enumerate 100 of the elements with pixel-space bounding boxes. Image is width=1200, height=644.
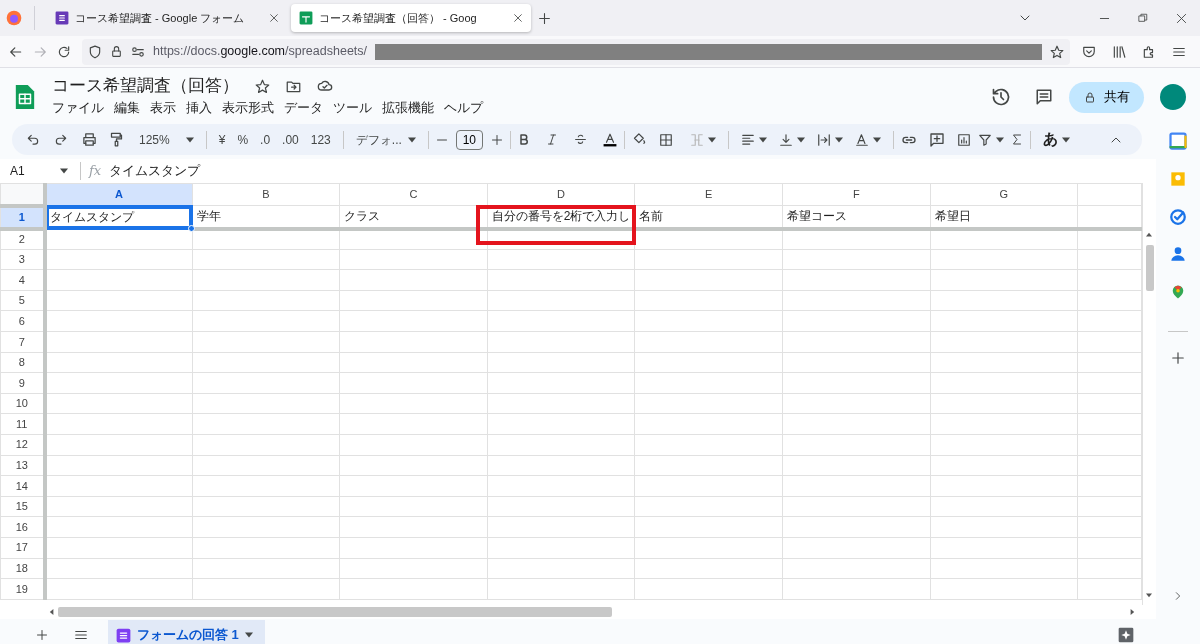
menu-item[interactable]: 表示形式 <box>217 98 279 118</box>
menu-item[interactable]: 表示 <box>145 98 181 118</box>
zoom-dropdown[interactable]: 125% <box>134 130 199 149</box>
row-header[interactable]: 8 <box>0 352 45 373</box>
sum-icon[interactable] <box>1010 133 1023 146</box>
name-box[interactable]: A1 <box>0 162 60 180</box>
bookmark-star-icon[interactable] <box>1050 44 1064 59</box>
row-header[interactable]: 12 <box>0 434 45 456</box>
scrollbar-thumb[interactable] <box>58 607 612 617</box>
comments-icon[interactable] <box>1035 88 1053 106</box>
row-header[interactable]: 4 <box>0 269 45 291</box>
version-history-icon[interactable] <box>991 87 1011 107</box>
menu-item[interactable]: データ <box>279 98 328 118</box>
undo-icon[interactable] <box>26 132 40 147</box>
browser-tab[interactable]: コース希望調査 - Google フォーム <box>47 4 287 32</box>
row-header[interactable]: 18 <box>0 558 45 579</box>
extensions-icon[interactable] <box>1142 44 1156 59</box>
contacts-icon[interactable] <box>1170 245 1186 263</box>
add-comment-icon[interactable] <box>928 131 945 148</box>
column-header[interactable]: F <box>782 183 931 206</box>
number-format-button[interactable]: 123 <box>305 130 336 149</box>
close-icon[interactable] <box>269 13 279 23</box>
fill-color-icon[interactable] <box>631 132 647 147</box>
explore-icon[interactable] <box>1118 627 1134 643</box>
dropdown-caret-icon[interactable] <box>872 136 881 143</box>
row-header[interactable]: 3 <box>0 249 45 270</box>
tasks-icon[interactable] <box>1169 208 1187 226</box>
row-header[interactable]: 6 <box>0 310 45 332</box>
column-header[interactable]: C <box>339 183 488 206</box>
table-cell[interactable]: 希望コース <box>782 205 931 229</box>
dropdown-caret-icon[interactable] <box>1061 136 1070 143</box>
library-icon[interactable] <box>1112 44 1126 59</box>
dropdown-caret-icon[interactable] <box>834 136 843 143</box>
strikethrough-icon[interactable] <box>573 133 587 146</box>
column-header[interactable]: B <box>192 183 340 206</box>
menu-item[interactable]: ヘルプ <box>439 98 488 118</box>
account-avatar[interactable] <box>1160 84 1186 110</box>
calendar-icon[interactable] <box>1169 132 1187 150</box>
row-header[interactable]: 13 <box>0 455 45 476</box>
font-dropdown[interactable]: デフォ... <box>350 130 421 149</box>
dropdown-caret-icon[interactable] <box>185 136 194 143</box>
increase-decimal-button[interactable]: .00 <box>277 130 304 149</box>
pocket-icon[interactable] <box>1082 44 1096 59</box>
url-text[interactable]: https://docs.google.com/spreadsheets/ <box>153 42 368 61</box>
browser-tab[interactable]: コース希望調査（回答） - Goog <box>291 4 531 32</box>
row-header[interactable]: 16 <box>0 516 45 538</box>
decrease-decimal-button[interactable]: .0 <box>255 130 276 149</box>
all-sheets-icon[interactable] <box>74 628 88 642</box>
menu-item[interactable]: 挿入 <box>181 98 217 118</box>
currency-format-button[interactable]: ¥ <box>213 130 231 149</box>
close-icon[interactable] <box>513 13 523 23</box>
row-header[interactable]: 7 <box>0 331 45 353</box>
input-method-dropdown[interactable]: あ <box>1037 128 1075 151</box>
move-folder-icon[interactable] <box>286 78 301 94</box>
column-header[interactable]: G <box>930 183 1078 206</box>
menu-item[interactable]: 編集 <box>109 98 145 118</box>
formula-field[interactable]: タイムスタンプ <box>109 161 201 181</box>
chevron-right-icon[interactable] <box>1173 590 1183 602</box>
text-color-icon[interactable] <box>602 131 617 148</box>
column-header[interactable]: D <box>487 183 635 206</box>
fill-handle[interactable] <box>188 224 196 232</box>
scrollbar-thumb[interactable] <box>1146 245 1154 291</box>
column-header[interactable]: E <box>634 183 783 206</box>
menu-item[interactable]: ファイル <box>47 98 109 118</box>
plus-icon[interactable] <box>490 133 503 146</box>
column-header[interactable]: A <box>44 183 193 206</box>
menu-item[interactable]: ツール <box>328 98 377 118</box>
dropdown-caret-icon[interactable] <box>796 136 805 143</box>
table-cell[interactable]: 希望日 <box>930 205 1078 229</box>
dropdown-caret-icon[interactable] <box>407 136 416 143</box>
dropdown-caret-icon[interactable] <box>707 136 716 143</box>
paint-format-icon[interactable] <box>109 132 124 147</box>
dropdown-caret-icon[interactable] <box>758 136 767 143</box>
row-header[interactable]: 19 <box>0 578 45 600</box>
percent-format-button[interactable]: % <box>232 130 254 149</box>
star-icon[interactable] <box>255 78 270 94</box>
print-icon[interactable] <box>82 132 97 147</box>
row-header[interactable]: 15 <box>0 496 45 517</box>
row-header[interactable]: 5 <box>0 290 45 311</box>
sheets-logo-icon[interactable] <box>14 83 36 111</box>
font-size-field[interactable]: 10 <box>455 129 483 150</box>
row-header[interactable]: 14 <box>0 475 45 497</box>
plus-icon[interactable] <box>1171 351 1185 365</box>
table-cell[interactable]: タイムスタンプ <box>44 205 193 229</box>
dropdown-caret-icon[interactable] <box>244 632 253 638</box>
row-header[interactable]: 17 <box>0 537 45 558</box>
chart-icon[interactable] <box>956 132 971 147</box>
italic-icon[interactable] <box>545 133 558 146</box>
table-cell[interactable]: 名前 <box>634 205 783 229</box>
browser-logo-icon[interactable] <box>6 10 22 26</box>
share-button[interactable]: 共有 <box>1069 81 1144 113</box>
row-header[interactable]: 9 <box>0 372 45 394</box>
dropdown-caret-icon[interactable] <box>60 168 68 174</box>
document-title[interactable]: コース希望調査（回答） <box>52 76 239 97</box>
bold-icon[interactable] <box>517 133 530 146</box>
borders-icon[interactable] <box>658 132 673 147</box>
row-header[interactable]: 10 <box>0 393 45 414</box>
add-sheet-icon[interactable] <box>36 629 48 641</box>
row-header[interactable]: 11 <box>0 413 45 435</box>
table-cell[interactable]: 学年 <box>192 205 340 229</box>
